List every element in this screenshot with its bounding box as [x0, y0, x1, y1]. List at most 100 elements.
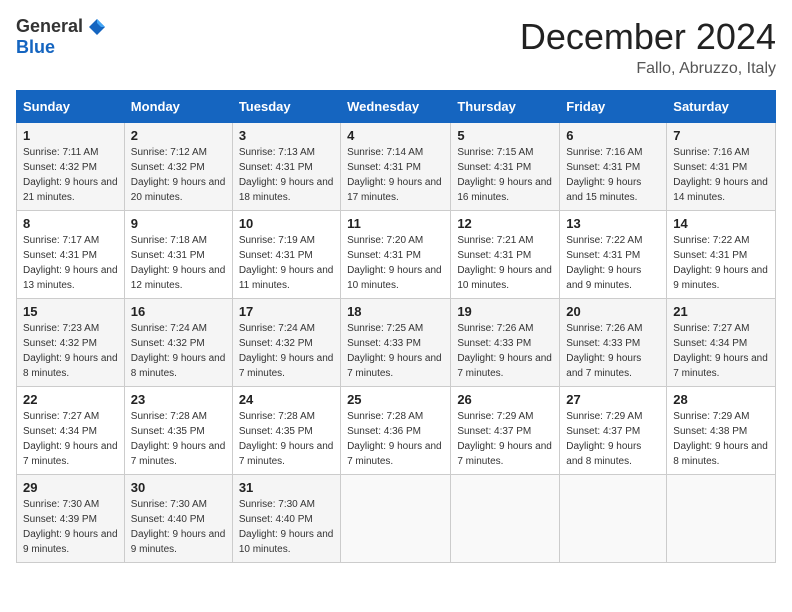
page-header: General Blue December 2024 Fallo, Abruzz… — [16, 16, 776, 78]
day-info: Sunrise: 7:27 AMSunset: 4:34 PMDaylight:… — [23, 409, 118, 469]
calendar-day-cell — [560, 475, 667, 563]
calendar-day-cell: 11Sunrise: 7:20 AMSunset: 4:31 PMDayligh… — [341, 211, 451, 299]
calendar-day-cell: 17 Sunrise: 7:24 AMSunset: 4:32 PMDayligh… — [232, 299, 340, 387]
calendar-day-cell: 13 Sunrise: 7:22 AMSunset: 4:31 PMDayligh… — [560, 211, 667, 299]
day-info: Sunrise: 7:26 AMSunset: 4:33 PMDaylight:… — [457, 321, 553, 381]
day-number: 31 — [239, 480, 334, 495]
day-info: Sunrise: 7:16 AMSunset: 4:31 PMDaylight:… — [566, 145, 660, 205]
calendar-day-cell — [667, 475, 776, 563]
logo-icon — [87, 17, 107, 37]
day-number: 13 — [566, 216, 660, 231]
day-info: Sunrise: 7:25 AMSunset: 4:33 PMDaylight:… — [347, 321, 444, 381]
day-number: 29 — [23, 480, 118, 495]
calendar-day-cell: 12 Sunrise: 7:21 AMSunset: 4:31 PMDayligh… — [451, 211, 560, 299]
calendar-header-row: SundayMondayTuesdayWednesdayThursdayFrid… — [17, 91, 776, 123]
calendar-week-row: 15 Sunrise: 7:23 AMSunset: 4:32 PMDayligh… — [17, 299, 776, 387]
calendar-day-cell: 22 Sunrise: 7:27 AMSunset: 4:34 PMDayligh… — [17, 387, 125, 475]
day-info: Sunrise: 7:13 AMSunset: 4:31 PMDaylight:… — [239, 145, 334, 205]
day-info: Sunrise: 7:24 AMSunset: 4:32 PMDaylight:… — [239, 321, 334, 381]
day-number: 19 — [457, 304, 553, 319]
calendar-day-cell: 3Sunrise: 7:13 AMSunset: 4:31 PMDaylight… — [232, 123, 340, 211]
day-info: Sunrise: 7:23 AMSunset: 4:32 PMDaylight:… — [23, 321, 118, 381]
day-info: Sunrise: 7:16 AMSunset: 4:31 PMDaylight:… — [673, 145, 769, 205]
day-number: 4 — [347, 128, 444, 143]
day-number: 18 — [347, 304, 444, 319]
calendar-day-cell: 25Sunrise: 7:28 AMSunset: 4:36 PMDayligh… — [341, 387, 451, 475]
day-info: Sunrise: 7:14 AMSunset: 4:31 PMDaylight:… — [347, 145, 444, 205]
day-info: Sunrise: 7:29 AMSunset: 4:38 PMDaylight:… — [673, 409, 769, 469]
day-info: Sunrise: 7:29 AMSunset: 4:37 PMDaylight:… — [566, 409, 660, 469]
day-info: Sunrise: 7:30 AMSunset: 4:40 PMDaylight:… — [131, 497, 226, 557]
day-number: 22 — [23, 392, 118, 407]
day-info: Sunrise: 7:28 AMSunset: 4:35 PMDaylight:… — [131, 409, 226, 469]
day-number: 2 — [131, 128, 226, 143]
day-info: Sunrise: 7:30 AMSunset: 4:40 PMDaylight:… — [239, 497, 334, 557]
day-info: Sunrise: 7:28 AMSunset: 4:35 PMDaylight:… — [239, 409, 334, 469]
calendar-day-cell: 24 Sunrise: 7:28 AMSunset: 4:35 PMDayligh… — [232, 387, 340, 475]
calendar-day-cell: 7 Sunrise: 7:16 AMSunset: 4:31 PMDaylight… — [667, 123, 776, 211]
calendar-week-row: 22 Sunrise: 7:27 AMSunset: 4:34 PMDayligh… — [17, 387, 776, 475]
calendar-day-header: Wednesday — [341, 91, 451, 123]
calendar-day-cell: 21 Sunrise: 7:27 AMSunset: 4:34 PMDayligh… — [667, 299, 776, 387]
day-info: Sunrise: 7:27 AMSunset: 4:34 PMDaylight:… — [673, 321, 769, 381]
calendar-day-cell: 20Sunrise: 7:26 AMSunset: 4:33 PMDayligh… — [560, 299, 667, 387]
calendar-day-cell: 19 Sunrise: 7:26 AMSunset: 4:33 PMDayligh… — [451, 299, 560, 387]
calendar-day-cell — [341, 475, 451, 563]
calendar-day-header: Monday — [124, 91, 232, 123]
day-number: 24 — [239, 392, 334, 407]
calendar-day-header: Thursday — [451, 91, 560, 123]
calendar-day-header: Friday — [560, 91, 667, 123]
day-number: 28 — [673, 392, 769, 407]
calendar-day-cell: 14Sunrise: 7:22 AMSunset: 4:31 PMDayligh… — [667, 211, 776, 299]
day-info: Sunrise: 7:18 AMSunset: 4:31 PMDaylight:… — [131, 233, 226, 293]
day-number: 10 — [239, 216, 334, 231]
day-info: Sunrise: 7:29 AMSunset: 4:37 PMDaylight:… — [457, 409, 553, 469]
calendar-day-cell: 6 Sunrise: 7:16 AMSunset: 4:31 PMDaylight… — [560, 123, 667, 211]
logo-general-text: General — [16, 16, 83, 37]
day-info: Sunrise: 7:30 AMSunset: 4:39 PMDaylight:… — [23, 497, 118, 557]
day-number: 14 — [673, 216, 769, 231]
day-info: Sunrise: 7:19 AMSunset: 4:31 PMDaylight:… — [239, 233, 334, 293]
day-info: Sunrise: 7:24 AMSunset: 4:32 PMDaylight:… — [131, 321, 226, 381]
location-title: Fallo, Abruzzo, Italy — [520, 60, 776, 78]
day-info: Sunrise: 7:21 AMSunset: 4:31 PMDaylight:… — [457, 233, 553, 293]
logo: General Blue — [16, 16, 107, 58]
calendar-day-cell: 5Sunrise: 7:15 AMSunset: 4:31 PMDaylight… — [451, 123, 560, 211]
calendar-week-row: 1 Sunrise: 7:11 AMSunset: 4:32 PMDaylight… — [17, 123, 776, 211]
day-number: 5 — [457, 128, 553, 143]
calendar-table: SundayMondayTuesdayWednesdayThursdayFrid… — [16, 90, 776, 563]
day-number: 6 — [566, 128, 660, 143]
calendar-day-cell: 26Sunrise: 7:29 AMSunset: 4:37 PMDayligh… — [451, 387, 560, 475]
day-info: Sunrise: 7:11 AMSunset: 4:32 PMDaylight:… — [23, 145, 118, 205]
calendar-day-cell: 1 Sunrise: 7:11 AMSunset: 4:32 PMDaylight… — [17, 123, 125, 211]
day-number: 1 — [23, 128, 118, 143]
calendar-day-header: Sunday — [17, 91, 125, 123]
calendar-day-cell: 9Sunrise: 7:18 AMSunset: 4:31 PMDaylight… — [124, 211, 232, 299]
calendar-week-row: 29 Sunrise: 7:30 AMSunset: 4:39 PMDayligh… — [17, 475, 776, 563]
day-number: 21 — [673, 304, 769, 319]
day-info: Sunrise: 7:26 AMSunset: 4:33 PMDaylight:… — [566, 321, 660, 381]
day-number: 12 — [457, 216, 553, 231]
day-number: 15 — [23, 304, 118, 319]
day-number: 8 — [23, 216, 118, 231]
day-number: 16 — [131, 304, 226, 319]
month-title: December 2024 — [520, 16, 776, 58]
calendar-day-cell: 29 Sunrise: 7:30 AMSunset: 4:39 PMDayligh… — [17, 475, 125, 563]
calendar-day-header: Tuesday — [232, 91, 340, 123]
day-number: 27 — [566, 392, 660, 407]
calendar-day-cell: 30 Sunrise: 7:30 AMSunset: 4:40 PMDayligh… — [124, 475, 232, 563]
calendar-day-cell: 27 Sunrise: 7:29 AMSunset: 4:37 PMDayligh… — [560, 387, 667, 475]
calendar-day-cell: 2Sunrise: 7:12 AMSunset: 4:32 PMDaylight… — [124, 123, 232, 211]
day-number: 23 — [131, 392, 226, 407]
day-number: 7 — [673, 128, 769, 143]
calendar-day-header: Saturday — [667, 91, 776, 123]
calendar-day-cell: 15 Sunrise: 7:23 AMSunset: 4:32 PMDayligh… — [17, 299, 125, 387]
calendar-day-cell: 31 Sunrise: 7:30 AMSunset: 4:40 PMDayligh… — [232, 475, 340, 563]
day-number: 11 — [347, 216, 444, 231]
day-number: 17 — [239, 304, 334, 319]
day-info: Sunrise: 7:17 AMSunset: 4:31 PMDaylight:… — [23, 233, 118, 293]
day-number: 30 — [131, 480, 226, 495]
calendar-day-cell: 10 Sunrise: 7:19 AMSunset: 4:31 PMDayligh… — [232, 211, 340, 299]
day-info: Sunrise: 7:22 AMSunset: 4:31 PMDaylight:… — [566, 233, 660, 293]
logo-blue-text: Blue — [16, 37, 55, 57]
